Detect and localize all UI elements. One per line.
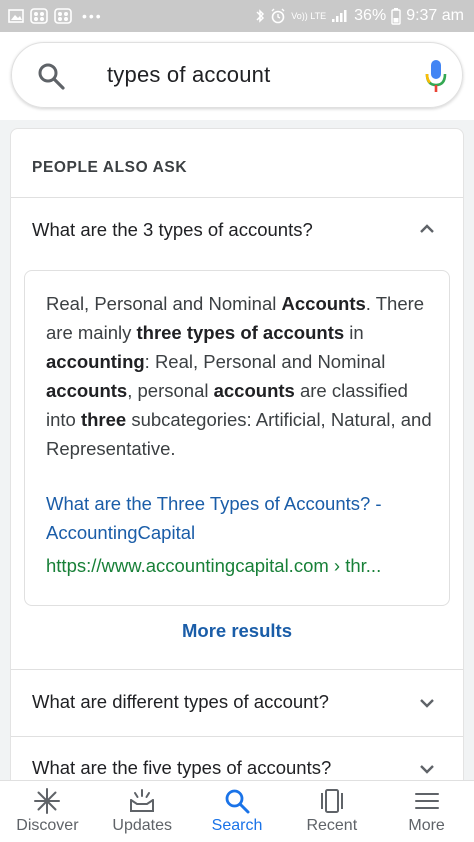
- divider: [11, 736, 463, 737]
- nav-more[interactable]: More: [379, 781, 474, 842]
- nav-label: Discover: [16, 817, 79, 834]
- answer-bold-term: accounts: [46, 380, 128, 401]
- answer-bold-term: three: [80, 409, 127, 430]
- app-notification-icon-2: [54, 8, 72, 24]
- status-left: •••: [8, 8, 103, 24]
- updates-icon: [130, 789, 155, 812]
- people-also-ask-card: PEOPLE ALSO ASK What are the 3 types of …: [10, 128, 464, 780]
- divider: [11, 669, 463, 670]
- answer-source-url[interactable]: https://www.accountingcapital.com › thr.…: [46, 554, 438, 578]
- nav-label: Updates: [112, 817, 172, 834]
- nav-label: More: [408, 817, 445, 834]
- answer-bold-term: accounting: [46, 351, 145, 372]
- status-right: Vo)) LTE 36% 9:37 am: [255, 7, 464, 25]
- answer-text-segment: Real, Personal and Nominal: [46, 293, 282, 314]
- answer-text-segment: in: [344, 322, 364, 343]
- volte-label: Vo)) LTE: [291, 10, 327, 21]
- chevron-down-icon[interactable]: [417, 759, 437, 779]
- search-icon: [225, 789, 250, 814]
- search-query[interactable]: types of account: [107, 62, 270, 88]
- chevron-up-icon[interactable]: [417, 219, 437, 239]
- paa-header: PEOPLE ALSO ASK: [32, 159, 188, 176]
- results-area[interactable]: PEOPLE ALSO ASK What are the 3 types of …: [0, 120, 474, 780]
- nav-label: Search: [211, 817, 263, 834]
- signal-icon: [331, 9, 349, 23]
- chevron-down-icon[interactable]: [417, 693, 437, 713]
- answer-bold-term: accounts: [213, 380, 295, 401]
- alarm-icon: [270, 8, 286, 24]
- bottom-navigation: Discover Updates Search Recent More: [0, 780, 474, 842]
- search-box[interactable]: types of account: [11, 42, 463, 108]
- divider: [11, 197, 463, 198]
- discover-icon: [34, 788, 61, 814]
- question-1[interactable]: What are the 3 types of accounts?: [32, 219, 313, 241]
- more-results-link[interactable]: More results: [11, 620, 463, 642]
- answer-bold-term: Accounts: [281, 293, 366, 314]
- battery-percent: 36%: [354, 7, 387, 24]
- gallery-notification-icon: [8, 9, 24, 23]
- status-time: 9:37 am: [406, 7, 464, 24]
- app-notification-icon: [30, 8, 48, 24]
- status-bar: ••• Vo)) LTE 36% 9:37 am: [0, 0, 474, 32]
- answer-text-segment: , personal: [127, 380, 214, 401]
- nav-updates[interactable]: Updates: [95, 781, 190, 842]
- more-notifications-dots: •••: [82, 8, 103, 24]
- search-header: types of account: [0, 32, 474, 120]
- battery-icon: [391, 7, 401, 25]
- answer-bold-term: three types of accounts: [136, 322, 345, 343]
- answer-source-link[interactable]: What are the Three Types of Accounts? - …: [46, 489, 438, 547]
- bluetooth-icon: [255, 8, 265, 24]
- search-icon[interactable]: [36, 61, 66, 91]
- answer-box: Real, Personal and Nominal Accounts. The…: [24, 270, 450, 606]
- mic-icon[interactable]: [424, 58, 448, 94]
- question-3[interactable]: What are the five types of accounts?: [32, 757, 331, 779]
- nav-discover[interactable]: Discover: [0, 781, 95, 842]
- nav-recent[interactable]: Recent: [284, 781, 379, 842]
- nav-search[interactable]: Search: [190, 781, 285, 842]
- answer-text: Real, Personal and Nominal Accounts. The…: [46, 289, 438, 463]
- recent-icon: [320, 789, 343, 813]
- answer-text-segment: : Real, Personal and Nominal: [144, 351, 386, 372]
- question-2[interactable]: What are different types of account?: [32, 691, 329, 713]
- menu-icon: [414, 793, 439, 809]
- nav-label: Recent: [306, 817, 358, 834]
